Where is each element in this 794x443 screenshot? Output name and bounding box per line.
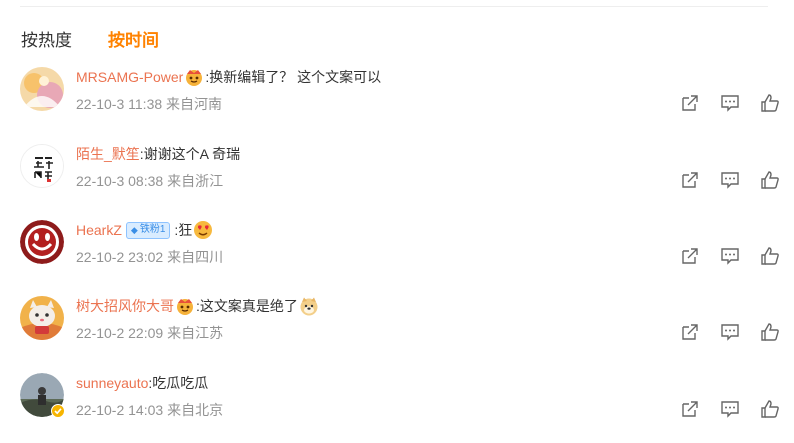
comment-meta: 22-10-3 11:38 来自河南 bbox=[76, 94, 222, 114]
avatar[interactable] bbox=[20, 67, 64, 111]
fan-badge-label: 铁粉1 bbox=[139, 224, 166, 235]
share-icon[interactable] bbox=[680, 170, 700, 190]
comment-text: :吃瓜吃瓜 bbox=[148, 375, 209, 391]
like-icon[interactable] bbox=[760, 246, 780, 266]
comment-item: 树大招风你大哥 :这文案真是绝了 22-10-2 22:09 来自江苏 bbox=[20, 296, 780, 366]
comment-icon[interactable] bbox=[720, 93, 740, 113]
share-icon[interactable] bbox=[680, 322, 700, 342]
comment-icon[interactable] bbox=[720, 399, 740, 419]
heart-eyes-emoji-icon bbox=[193, 220, 213, 240]
comment-icon[interactable] bbox=[720, 322, 740, 342]
sort-tabs: 按热度 按时间 bbox=[21, 26, 159, 51]
comment-location: 来自四川 bbox=[167, 249, 224, 265]
comment-meta: 22-10-2 22:09 来自江苏 bbox=[76, 323, 223, 343]
avatar[interactable] bbox=[20, 296, 64, 340]
like-icon[interactable] bbox=[760, 170, 780, 190]
comment-location: 来自浙江 bbox=[167, 173, 224, 189]
tab-by-heat[interactable]: 按热度 bbox=[21, 26, 72, 51]
comment-item: HearkZ ◆ 铁粉1 :狂 22-10-2 23:02 来自四川 bbox=[20, 220, 780, 290]
verified-gold-icon bbox=[51, 404, 65, 418]
username[interactable]: 树大招风你大哥 bbox=[76, 296, 174, 316]
username[interactable]: 陌生_默笙 bbox=[76, 144, 140, 164]
avatar[interactable] bbox=[20, 220, 64, 264]
comment-icon[interactable] bbox=[720, 246, 740, 266]
comment-text: :狂 bbox=[174, 222, 193, 238]
comment-location: 来自北京 bbox=[167, 402, 224, 418]
avatar[interactable] bbox=[20, 144, 64, 188]
doge-emoji-icon bbox=[299, 296, 319, 316]
comment-actions bbox=[680, 322, 780, 342]
share-icon[interactable] bbox=[680, 399, 700, 419]
comment-icon[interactable] bbox=[720, 170, 740, 190]
username[interactable]: MRSAMG-Power bbox=[76, 67, 183, 87]
tab-by-time[interactable]: 按时间 bbox=[108, 26, 159, 51]
comment-text: :换新编辑了？ 这个文案可以 bbox=[205, 69, 382, 85]
comment-item: MRSAMG-Power :换新编辑了？ 这个文案可以 22-10-3 11:3… bbox=[20, 67, 780, 137]
diamond-icon: ◆ bbox=[130, 225, 138, 235]
comment-meta: 22-10-3 08:38 来自浙江 bbox=[76, 171, 223, 191]
comment-item: sunneyauto :吃瓜吃瓜 22-10-2 14:03 来自北京 bbox=[20, 373, 780, 443]
comment-meta: 22-10-2 23:02 来自四川 bbox=[76, 247, 223, 267]
comment-location: 来自江苏 bbox=[167, 325, 224, 341]
comment-actions bbox=[680, 399, 780, 419]
share-icon[interactable] bbox=[680, 93, 700, 113]
username[interactable]: sunneyauto bbox=[76, 373, 148, 393]
like-icon[interactable] bbox=[760, 93, 780, 113]
username[interactable]: HearkZ bbox=[76, 220, 122, 240]
comment-actions bbox=[680, 170, 780, 190]
like-icon[interactable] bbox=[760, 322, 780, 342]
like-icon[interactable] bbox=[760, 399, 780, 419]
comment-actions bbox=[680, 246, 780, 266]
comment-item: 陌生_默笙 :谢谢这个A 奇瑞 22-10-3 08:38 来自浙江 bbox=[20, 144, 780, 214]
comment-time: 22-10-2 23:02 bbox=[76, 249, 164, 265]
comment-actions bbox=[680, 93, 780, 113]
comment-location: 来自河南 bbox=[166, 96, 223, 112]
comment-time: 22-10-2 22:09 bbox=[76, 325, 164, 341]
comment-text: :这文案真是绝了 bbox=[196, 298, 298, 314]
comment-text: :谢谢这个A 奇瑞 bbox=[139, 146, 241, 162]
top-divider bbox=[20, 6, 768, 7]
vip-crown-emoji-icon bbox=[184, 67, 204, 87]
comment-time: 22-10-3 11:38 bbox=[76, 96, 163, 112]
vip-crown-emoji-icon bbox=[175, 296, 195, 316]
fan-badge: ◆ 铁粉1 bbox=[125, 221, 171, 239]
comment-time: 22-10-2 14:03 bbox=[76, 402, 164, 418]
comment-time: 22-10-3 08:38 bbox=[76, 173, 164, 189]
share-icon[interactable] bbox=[680, 246, 700, 266]
avatar[interactable] bbox=[20, 373, 65, 418]
comment-meta: 22-10-2 14:03 来自北京 bbox=[76, 400, 223, 420]
